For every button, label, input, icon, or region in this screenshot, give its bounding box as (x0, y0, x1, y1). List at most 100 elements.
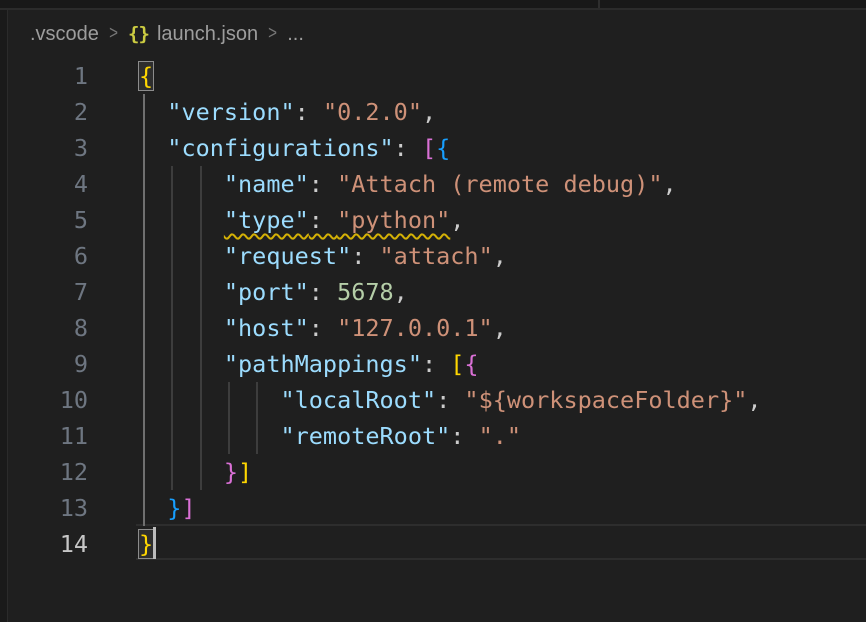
token: "Attach (remote debug)" (337, 170, 662, 198)
code-line[interactable]: 12 }] (9, 454, 762, 490)
token: , (747, 386, 761, 414)
code-text[interactable]: }] (139, 454, 252, 490)
token (139, 422, 280, 450)
code-line[interactable]: 9 "pathMappings": [{ (9, 346, 762, 382)
token: { (436, 134, 450, 162)
code-text[interactable]: "pathMappings": [{ (139, 346, 479, 382)
token (139, 494, 167, 522)
token: : (450, 422, 478, 450)
token: : (436, 386, 464, 414)
token (139, 170, 224, 198)
line-number[interactable]: 7 (9, 274, 88, 310)
line-number[interactable]: 3 (9, 130, 88, 166)
token: "." (479, 422, 521, 450)
token: 5678 (337, 278, 394, 306)
code-line[interactable]: 10 "localRoot": "${workspaceFolder}", (9, 382, 762, 418)
editor-window: .vscode > {} launch.json > ... 1{2 "vers… (0, 0, 866, 622)
token: "port" (224, 278, 309, 306)
code-text[interactable]: { (139, 58, 153, 94)
token: , (422, 98, 436, 126)
line-number[interactable]: 6 (9, 238, 88, 274)
tab-bar-bottom-edge (0, 0, 866, 10)
token: : (309, 278, 337, 306)
line-number[interactable]: 1 (9, 58, 88, 94)
token: , (450, 206, 464, 234)
token: , (663, 170, 677, 198)
token: } (224, 458, 238, 486)
token: "remoteRoot" (280, 422, 450, 450)
token: "127.0.0.1" (337, 314, 493, 342)
token: : (422, 350, 450, 378)
code-text[interactable]: "version": "0.2.0", (139, 94, 436, 130)
code-text[interactable]: "localRoot": "${workspaceFolder}", (139, 382, 762, 418)
token: , (493, 314, 507, 342)
token: , (493, 242, 507, 270)
text-cursor (153, 527, 156, 559)
code-text[interactable]: "request": "attach", (139, 238, 507, 274)
warning-squiggle-token: "type" (224, 206, 309, 234)
token: [ (422, 134, 436, 162)
code-line[interactable]: 11 "remoteRoot": "." (9, 418, 762, 454)
bracket-match: { (139, 62, 153, 90)
code-line[interactable]: 2 "version": "0.2.0", (9, 94, 762, 130)
line-number[interactable]: 4 (9, 166, 88, 202)
token: : (309, 314, 337, 342)
editor-area[interactable]: 1{2 "version": "0.2.0",3 "configurations… (0, 0, 866, 622)
code-text[interactable]: "name": "Attach (remote debug)", (139, 166, 677, 202)
token (139, 350, 224, 378)
token (139, 386, 280, 414)
code-text[interactable]: } (139, 526, 153, 562)
token: "configurations" (167, 134, 393, 162)
token (139, 206, 224, 234)
token: [ (450, 350, 464, 378)
code-text[interactable]: "configurations": [{ (139, 130, 450, 166)
code-line[interactable]: 14} (9, 526, 762, 562)
code-text[interactable]: "remoteRoot": "." (139, 418, 521, 454)
code-lines: 1{2 "version": "0.2.0",3 "configurations… (9, 58, 762, 562)
token: "version" (167, 98, 294, 126)
code-line[interactable]: 8 "host": "127.0.0.1", (9, 310, 762, 346)
code-line[interactable]: 7 "port": 5678, (9, 274, 762, 310)
warning-squiggle-token: "python" (337, 206, 450, 234)
code-text[interactable]: "port": 5678, (139, 274, 408, 310)
line-number[interactable]: 10 (9, 382, 88, 418)
tab-divider (598, 0, 600, 8)
code-text[interactable]: "type": "python", (139, 202, 464, 238)
line-number[interactable]: 13 (9, 490, 88, 526)
token: "request" (224, 242, 351, 270)
line-number[interactable]: 12 (9, 454, 88, 490)
bracket-match: } (139, 530, 153, 558)
code-line[interactable]: 1{ (9, 58, 762, 94)
token: "0.2.0" (323, 98, 422, 126)
code-line[interactable]: 5 "type": "python", (9, 202, 762, 238)
sidebar-edge (0, 0, 8, 622)
line-number[interactable]: 5 (9, 202, 88, 238)
code-text[interactable]: }] (139, 490, 196, 526)
token (139, 458, 224, 486)
line-number[interactable]: 2 (9, 94, 88, 130)
token (139, 134, 167, 162)
token: : (309, 170, 337, 198)
line-number[interactable]: 11 (9, 418, 88, 454)
code-line[interactable]: 3 "configurations": [{ (9, 130, 762, 166)
line-number[interactable]: 14 (9, 526, 88, 562)
token: "attach" (380, 242, 493, 270)
token (139, 278, 224, 306)
code-text[interactable]: "host": "127.0.0.1", (139, 310, 507, 346)
token (139, 98, 167, 126)
token: "${workspaceFolder}" (464, 386, 747, 414)
token: ] (181, 494, 195, 522)
token: { (464, 350, 478, 378)
code-line[interactable]: 13 }] (9, 490, 762, 526)
code-line[interactable]: 6 "request": "attach", (9, 238, 762, 274)
token: : (295, 98, 323, 126)
token: : (394, 134, 422, 162)
code-line[interactable]: 4 "name": "Attach (remote debug)", (9, 166, 762, 202)
token: , (394, 278, 408, 306)
line-number[interactable]: 9 (9, 346, 88, 382)
token: "pathMappings" (224, 350, 422, 378)
line-number[interactable]: 8 (9, 310, 88, 346)
token (139, 242, 224, 270)
token (139, 314, 224, 342)
warning-squiggle-token: : (309, 206, 337, 234)
